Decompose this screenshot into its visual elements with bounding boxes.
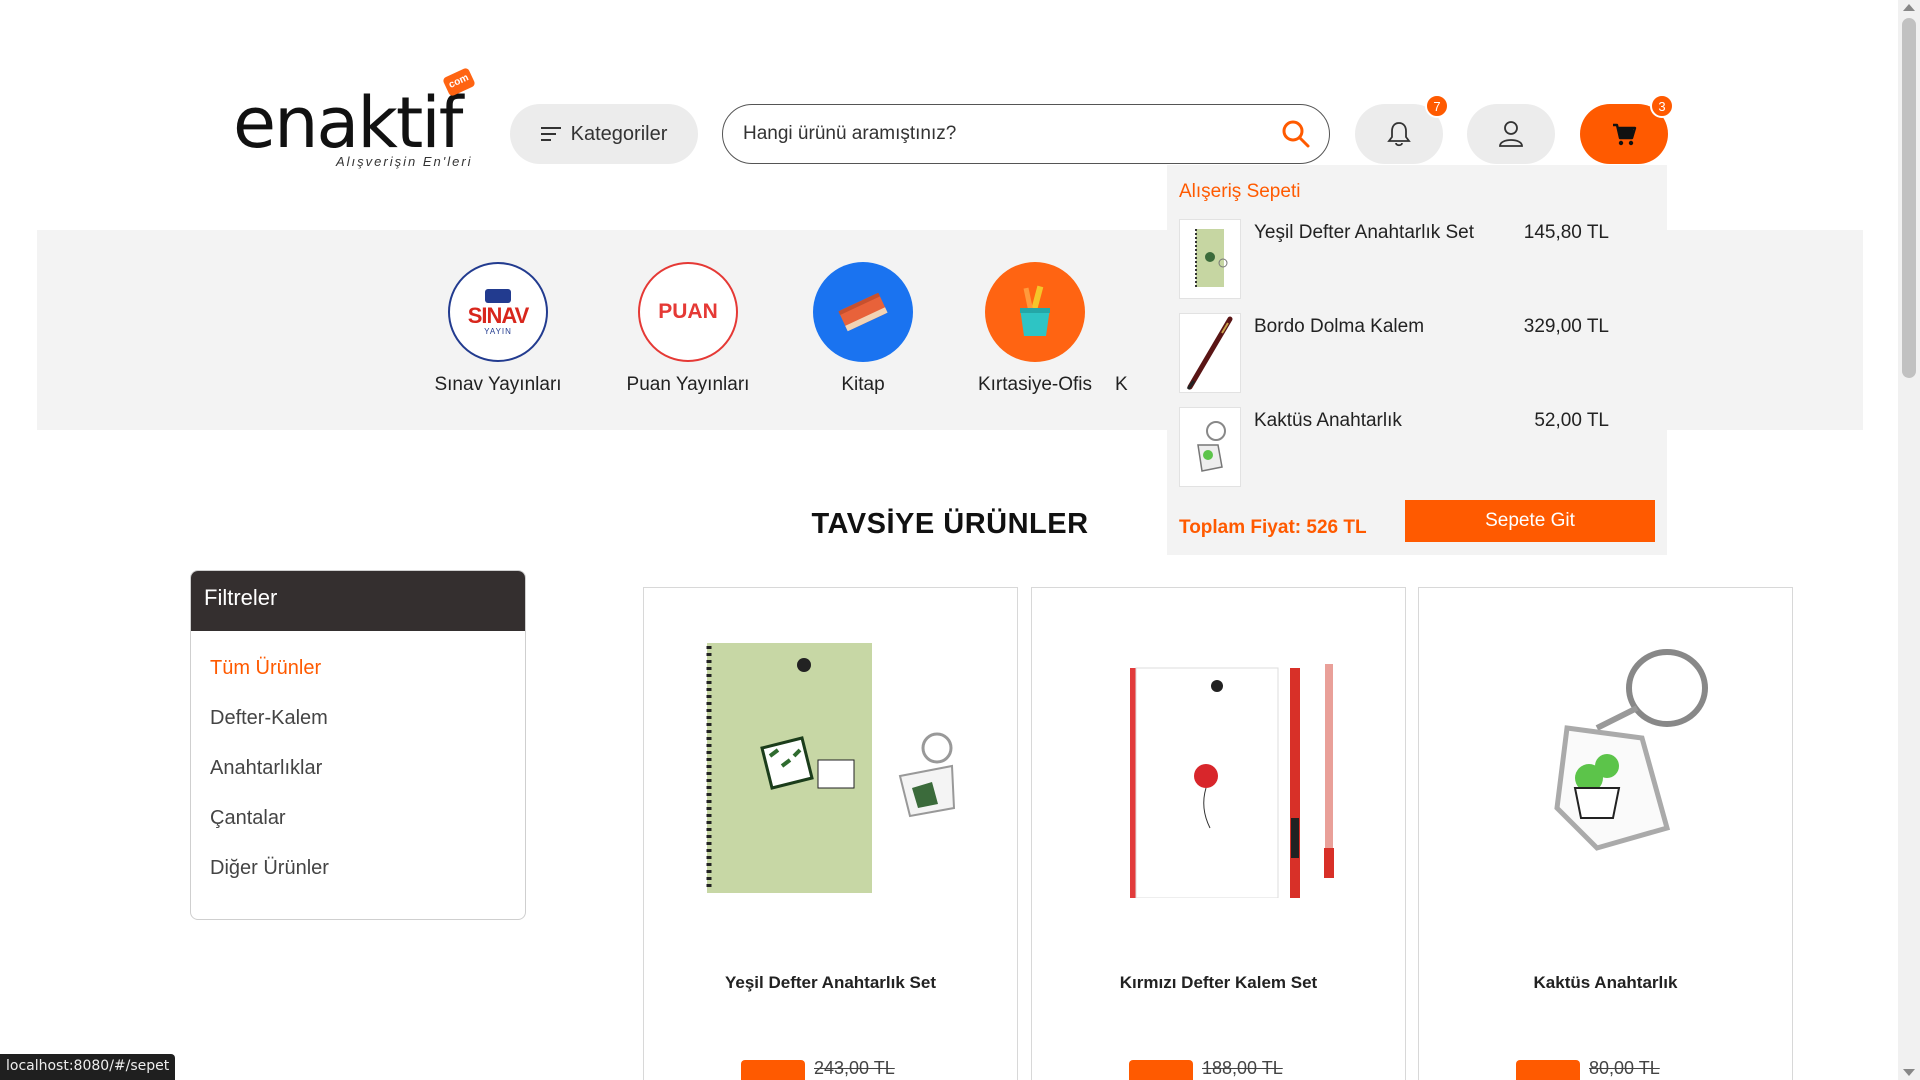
product-name[interactable]: Kırmızı Defter Kalem Set: [1032, 973, 1405, 993]
category-kirtasiye-ofis[interactable]: Kırtasiye-Ofis: [955, 262, 1115, 396]
add-to-cart-button[interactable]: [1516, 1060, 1580, 1080]
filters-panel: Filtreler Tüm Ürünler Defter-Kalem Anaht…: [190, 570, 526, 920]
category-label: Puan Yayınları: [626, 374, 750, 395]
filter-item-anahtarliklar[interactable]: Anahtarlıklar: [191, 743, 525, 793]
cart-item[interactable]: Bordo Dolma Kalem 329,00 TL: [1179, 313, 1649, 393]
cart-dropdown: Alışeriş Sepeti Yeşil Defter Anahtarlık …: [1167, 165, 1667, 555]
cart-item-price: 52,00 TL: [1534, 410, 1609, 431]
pencil-cup-icon: [985, 262, 1085, 362]
product-image[interactable]: [674, 628, 989, 908]
product-image[interactable]: [1062, 628, 1377, 908]
cart-item-price: 145,80 TL: [1523, 222, 1609, 243]
category-label: Kitap: [841, 374, 885, 395]
cart-item-image: [1179, 313, 1241, 393]
cart-button[interactable]: 3: [1580, 94, 1674, 164]
sinav-logo: SINAV YAYIN: [448, 262, 548, 362]
category-puan-yayinlari[interactable]: PUAN Puan Yayınları: [608, 262, 768, 396]
account-button[interactable]: [1467, 104, 1555, 164]
search-input[interactable]: [743, 123, 1281, 145]
category-label: Kırtasiye-Ofis: [977, 374, 1093, 395]
menu-icon: [540, 127, 561, 141]
product-old-price: 188,00 TL: [1202, 1058, 1283, 1078]
product-card[interactable]: Kırmızı Defter Kalem Set 188,00 TL: [1031, 587, 1406, 1080]
filters-title: Filtreler: [191, 571, 525, 631]
book-icon: [813, 262, 913, 362]
category-kitap[interactable]: Kitap: [783, 262, 943, 396]
user-icon: [1499, 121, 1523, 147]
cart-badge: 3: [1650, 94, 1674, 118]
cart-item[interactable]: Kaktüs Anahtarlık 52,00 TL: [1179, 407, 1649, 487]
product-old-price: 243,00 TL: [814, 1058, 895, 1078]
page-scrollbar[interactable]: [1898, 0, 1920, 1080]
cart-item-image: [1179, 219, 1241, 299]
cart-item-price: 329,00 TL: [1523, 316, 1609, 337]
site-logo[interactable]: enaktif Alışverişin En'leri com: [233, 67, 483, 172]
category-sinav-yayinlari[interactable]: SINAV YAYIN Sınav Yayınları: [418, 262, 578, 396]
scroll-down-arrow[interactable]: [1903, 1069, 1915, 1076]
notifications-button[interactable]: 7: [1355, 94, 1449, 164]
add-to-cart-button[interactable]: [741, 1060, 805, 1080]
section-title: TAVSİYE ÜRÜNLER: [811, 508, 1089, 540]
categories-label: Kategoriler: [570, 122, 668, 145]
cart-item-image: [1179, 407, 1241, 487]
scroll-thumb[interactable]: [1902, 18, 1916, 378]
product-image[interactable]: [1449, 628, 1764, 908]
cart-item-name: Kaktüs Anahtarlık: [1254, 410, 1402, 431]
product-card[interactable]: Kaktüs Anahtarlık 80,00 TL: [1418, 587, 1793, 1080]
product-card[interactable]: Yeşil Defter Anahtarlık Set 243,00 TL: [643, 587, 1018, 1080]
puan-logo: PUAN: [638, 262, 738, 362]
bell-icon: [1387, 122, 1411, 147]
logo-tagline: Alışverişin En'leri: [336, 154, 473, 169]
filter-item-all[interactable]: Tüm Ürünler: [191, 643, 525, 693]
cart-title: Alışeriş Sepeti: [1179, 181, 1301, 202]
status-url: localhost:8080/#/sepet: [0, 1054, 176, 1080]
cart-icon: [1613, 123, 1637, 146]
product-old-price: 80,00 TL: [1589, 1058, 1660, 1078]
filter-item-cantalar[interactable]: Çantalar: [191, 793, 525, 843]
category-partial[interactable]: K: [1115, 374, 1155, 396]
add-to-cart-button[interactable]: [1129, 1060, 1193, 1080]
categories-button[interactable]: Kategoriler: [510, 104, 698, 164]
category-label: K: [1115, 374, 1128, 395]
cart-item-name: Bordo Dolma Kalem: [1254, 316, 1425, 337]
product-name[interactable]: Kaktüs Anahtarlık: [1419, 973, 1792, 993]
logo-wordmark: enaktif: [233, 82, 463, 164]
filter-list: Tüm Ürünler Defter-Kalem Anahtarlıklar Ç…: [191, 631, 525, 893]
cart-item[interactable]: Yeşil Defter Anahtarlık Set 145,80 TL: [1179, 219, 1649, 299]
category-label: Sınav Yayınları: [434, 374, 562, 395]
search-icon[interactable]: [1281, 119, 1311, 149]
scroll-up-arrow[interactable]: [1903, 4, 1915, 11]
product-name[interactable]: Yeşil Defter Anahtarlık Set: [644, 973, 1017, 993]
search-bar: [722, 104, 1330, 164]
cart-item-name: Yeşil Defter Anahtarlık Set: [1254, 222, 1475, 243]
filter-item-diger[interactable]: Diğer Ürünler: [191, 843, 525, 893]
notifications-badge: 7: [1425, 94, 1449, 118]
filter-item-defter-kalem[interactable]: Defter-Kalem: [191, 693, 525, 743]
